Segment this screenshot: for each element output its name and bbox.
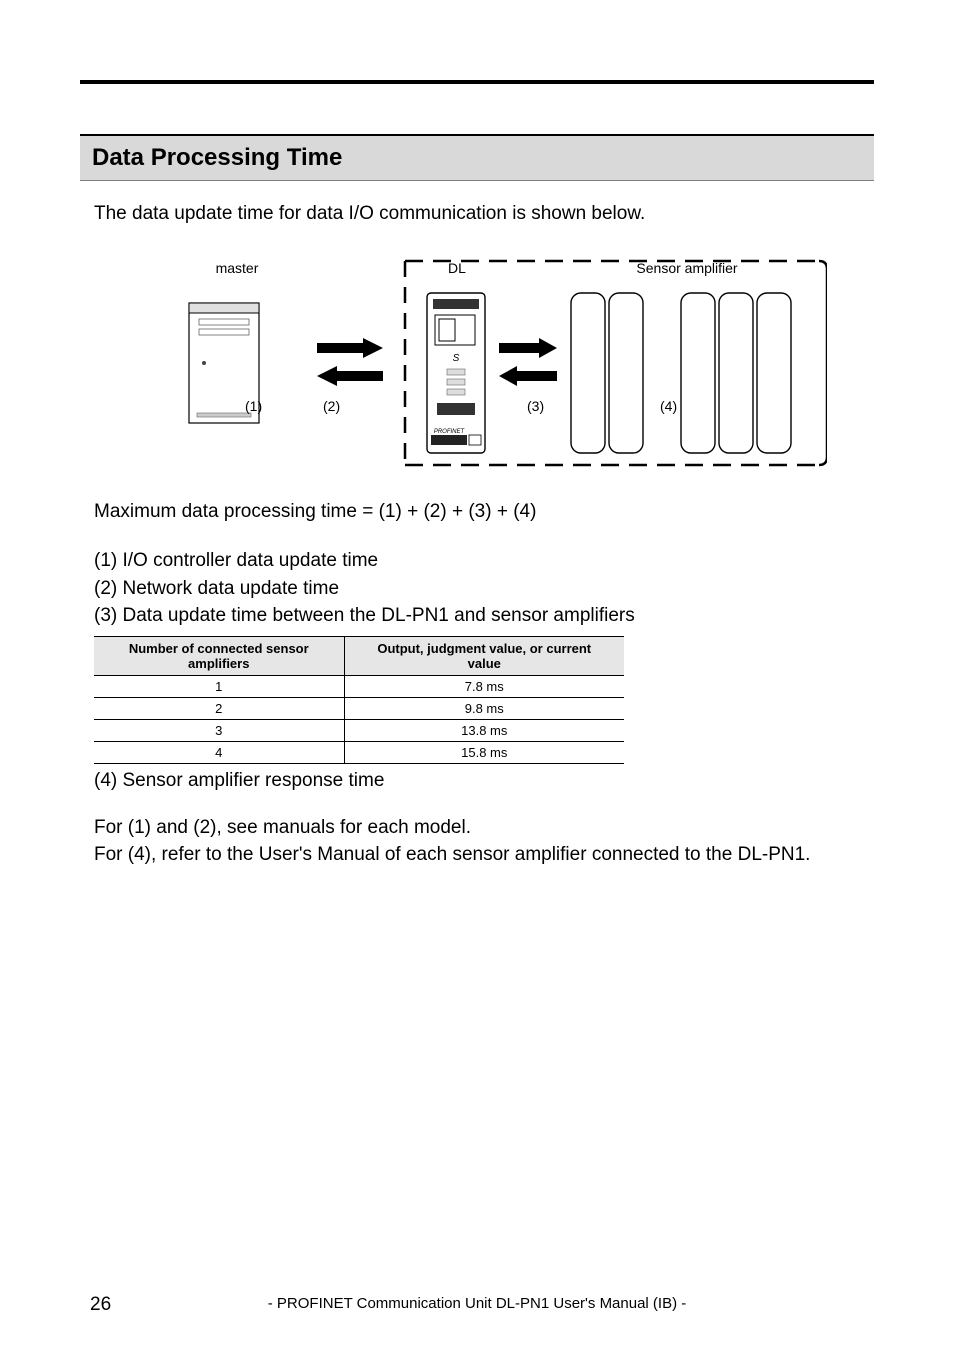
- note-line: For (1) and (2), see manuals for each mo…: [94, 814, 874, 842]
- section-heading: Data Processing Time: [80, 134, 874, 181]
- sensor-label: Sensor amplifier: [636, 260, 737, 276]
- table-row: 313.8 ms: [94, 719, 624, 741]
- reference-notes: For (1) and (2), see manuals for each mo…: [94, 814, 874, 869]
- dl-label: DL: [448, 260, 466, 276]
- timing-diagram-svg: master DL Sensor amplifier (1) (2): [127, 243, 827, 483]
- num-3: (3): [527, 398, 544, 414]
- note-line: For (4), refer to the User's Manual of e…: [94, 841, 874, 869]
- top-rule: [80, 80, 874, 84]
- list-item: (1) I/O controller data update time: [94, 547, 874, 575]
- list-item-4: (4) Sensor amplifier response time: [94, 770, 874, 792]
- timing-table: Number of connected sensoramplifiers Out…: [94, 636, 624, 764]
- master-label: master: [216, 260, 259, 276]
- arrow-left-icon: [499, 366, 557, 386]
- table-row: 415.8 ms: [94, 741, 624, 763]
- svg-text:PROFINET: PROFINET: [434, 429, 466, 435]
- table-row: 29.8 ms: [94, 697, 624, 719]
- svg-text:S: S: [453, 353, 460, 364]
- dl-device-icon: S PROFINET: [427, 293, 485, 453]
- formula-text: Maximum data processing time = (1) + (2)…: [94, 501, 874, 523]
- num-2: (2): [323, 398, 340, 414]
- num-4: (4): [660, 398, 677, 414]
- arrow-right-icon: [499, 338, 557, 358]
- diagram: master DL Sensor amplifier (1) (2): [80, 243, 874, 483]
- footer-text: - PROFINET Communication Unit DL-PN1 Use…: [0, 1295, 954, 1312]
- num-1: (1): [245, 398, 262, 414]
- page-number: 26: [90, 1294, 111, 1316]
- sensor-units-icon: [571, 293, 791, 453]
- arrow-right-icon: [317, 338, 383, 358]
- table-header-value: Output, judgment value, or currentvalue: [344, 636, 624, 675]
- list-item: (3) Data update time between the DL-PN1 …: [94, 602, 874, 630]
- arrow-left-icon: [317, 366, 383, 386]
- table-header-amplifiers: Number of connected sensoramplifiers: [94, 636, 344, 675]
- intro-text: The data update time for data I/O commun…: [94, 203, 874, 225]
- list-item: (2) Network data update time: [94, 575, 874, 603]
- table-row: 17.8 ms: [94, 675, 624, 697]
- timing-list: (1) I/O controller data update time (2) …: [94, 547, 874, 630]
